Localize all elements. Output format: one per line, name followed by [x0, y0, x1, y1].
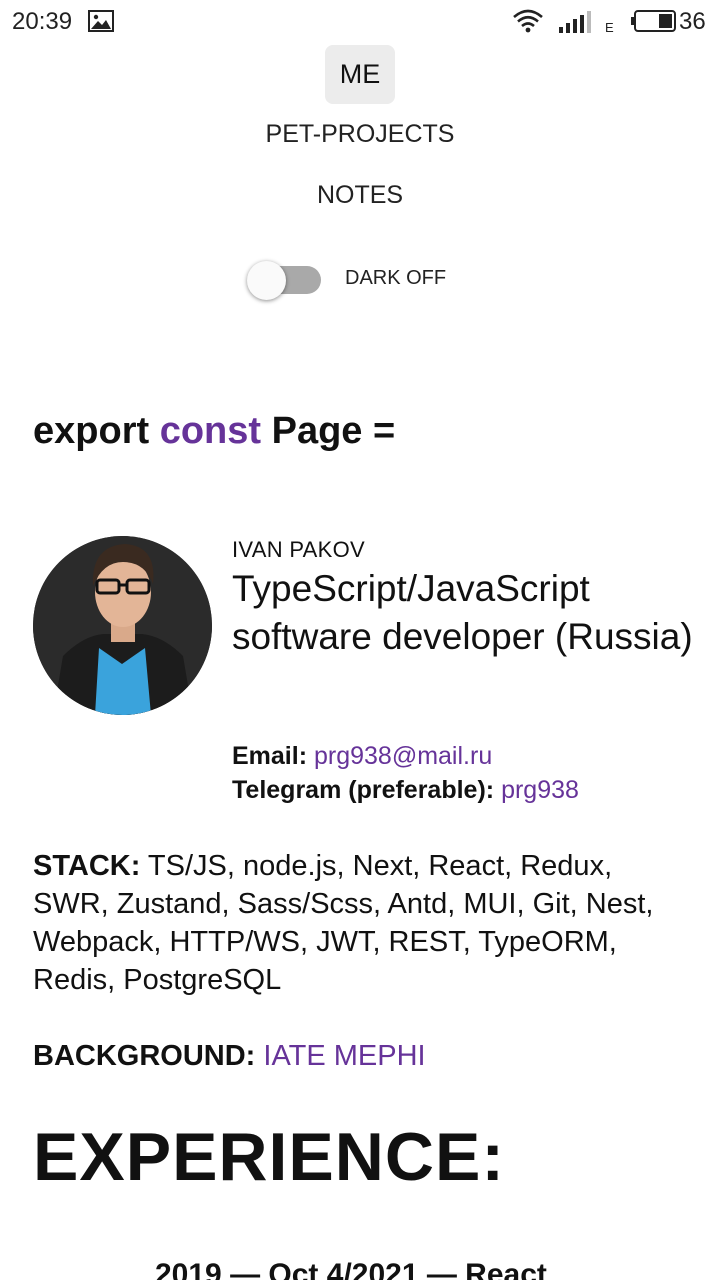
- dark-mode-label: DARK OFF: [345, 267, 447, 289]
- stack-section: STACK: TS/JS, node.js, Next, React, Redu…: [33, 847, 693, 999]
- nav-item-me[interactable]: ME: [325, 45, 395, 104]
- heading-keyword: const: [159, 410, 262, 452]
- email-link[interactable]: prg938@mail.ru: [314, 742, 492, 770]
- contact-telegram-row: Telegram (preferable): prg938: [232, 776, 579, 805]
- heading-export: export: [33, 410, 160, 452]
- background-section: BACKGROUND: IATE MEPHI: [33, 1040, 426, 1073]
- dark-mode-toggle[interactable]: [247, 261, 323, 301]
- telegram-label: Telegram (preferable):: [232, 776, 495, 804]
- background-link[interactable]: IATE MEPHI: [263, 1040, 425, 1072]
- status-bar: 20:39 E 36: [0, 0, 720, 44]
- telegram-link[interactable]: prg938: [501, 776, 579, 804]
- profile-role: TypeScript/JavaScript software developer…: [232, 568, 693, 657]
- toggle-thumb[interactable]: [247, 261, 286, 300]
- battery-icon: [631, 10, 676, 32]
- wifi-icon: [513, 9, 543, 33]
- profile-name: IVAN PAKOV: [232, 537, 366, 562]
- email-label: Email:: [232, 742, 308, 770]
- signal-icon: [559, 11, 591, 33]
- status-time: 20:39: [12, 8, 73, 35]
- experience-heading: EXPERIENCE:: [33, 1119, 505, 1195]
- page-heading: export const Page =: [33, 410, 395, 453]
- job-title: 2019 — Oct 4/2021 — React: [155, 1258, 547, 1280]
- stack-label: STACK:: [33, 850, 141, 882]
- avatar-photo: [33, 536, 212, 715]
- nav-item-notes[interactable]: NOTES: [0, 181, 720, 210]
- heading-page: Page =: [261, 410, 396, 452]
- battery-percent: 36: [679, 8, 706, 35]
- background-label: BACKGROUND:: [33, 1040, 256, 1072]
- gallery-icon: [88, 10, 114, 32]
- network-type: E: [605, 20, 614, 35]
- nav-item-pet-projects[interactable]: PET-PROJECTS: [0, 120, 720, 149]
- avatar: [33, 536, 212, 715]
- contact-email-row: Email: prg938@mail.ru: [232, 742, 492, 771]
